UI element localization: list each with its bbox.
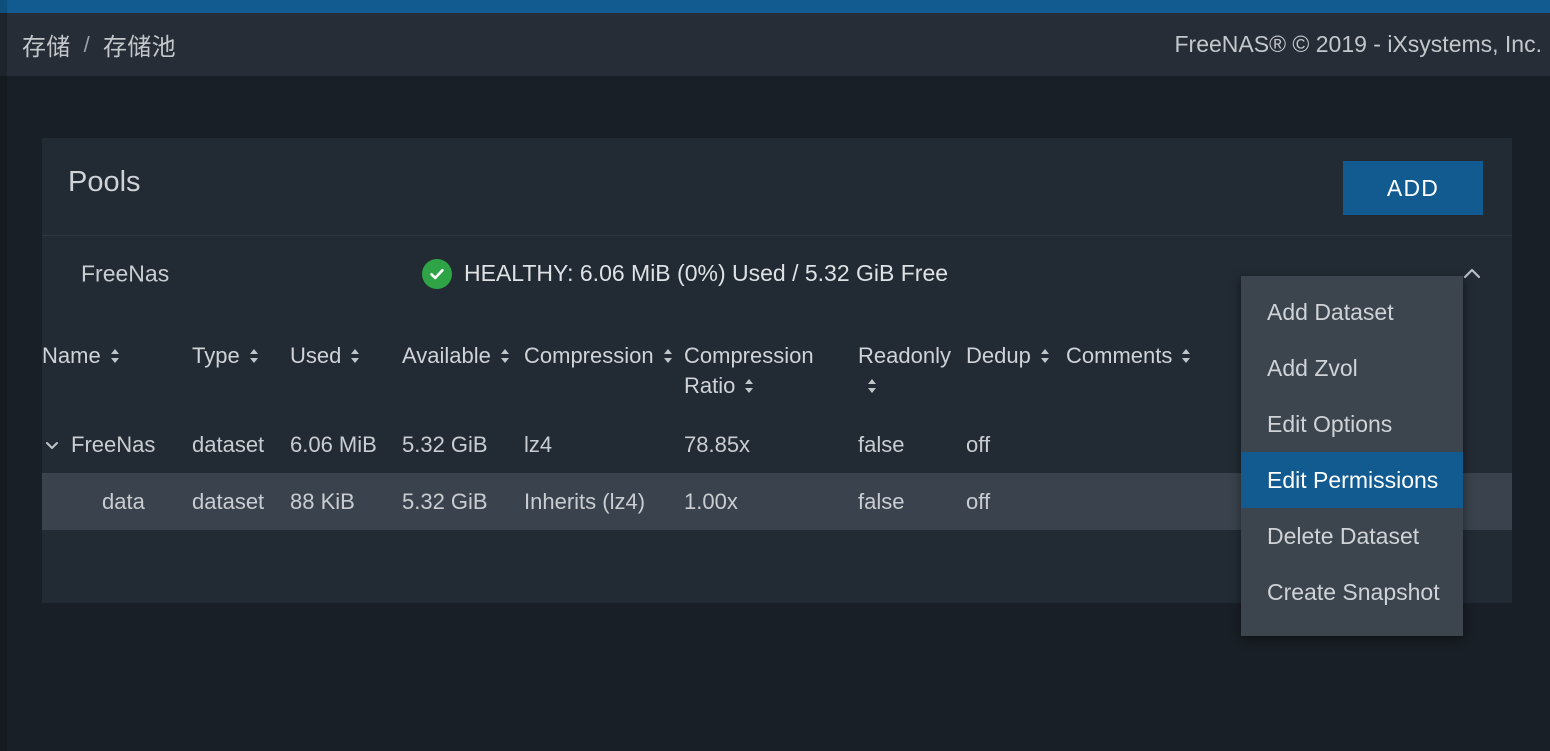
cell-available: 5.32 GiB xyxy=(402,431,488,457)
cell-available: 5.32 GiB xyxy=(402,473,524,531)
cell-dedup: off xyxy=(966,473,1066,531)
menu-item-add-zvol[interactable]: Add Zvol xyxy=(1241,340,1463,396)
sort-arrows-icon[interactable] xyxy=(247,344,261,364)
menu-item-edit-permissions[interactable]: Edit Permissions xyxy=(1241,452,1463,508)
cell-compression-ratio: 1.00x xyxy=(684,473,858,531)
column-header-available[interactable]: Available xyxy=(402,313,524,416)
column-header-compression-ratio[interactable]: Compression Ratio xyxy=(684,313,858,416)
cell-compression: lz4 xyxy=(524,431,553,457)
sort-arrows-icon[interactable] xyxy=(1038,344,1052,364)
column-header-dedup[interactable]: Dedup xyxy=(966,313,1066,416)
column-header-compression[interactable]: Compression xyxy=(524,313,684,416)
menu-item-delete-dataset[interactable]: Delete Dataset xyxy=(1241,508,1463,564)
top-accent-bar xyxy=(0,0,1550,13)
page-left-strip xyxy=(0,76,7,751)
column-header-readonly[interactable]: Readonly xyxy=(858,313,966,416)
cell-readonly: false xyxy=(858,431,905,457)
dataset-context-menu: Add Dataset Add Zvol Edit Options Edit P… xyxy=(1241,276,1463,636)
column-header-name[interactable]: Name xyxy=(42,313,192,416)
cell-used: 88 KiB xyxy=(290,473,402,531)
sort-arrows-icon[interactable] xyxy=(108,344,122,364)
page-title: Pools xyxy=(68,166,141,198)
column-header-type[interactable]: Type xyxy=(192,313,290,416)
sort-arrows-icon[interactable] xyxy=(348,344,362,364)
breadcrumb-item-storage[interactable]: 存储 xyxy=(22,27,71,62)
copyright-text: FreeNAS® © 2019 - iXsystems, Inc. xyxy=(1174,31,1542,57)
cell-name-text: FreeNas xyxy=(71,431,156,457)
chevron-down-icon[interactable] xyxy=(42,435,62,455)
cell-used: 6.06 MiB xyxy=(290,431,377,457)
menu-item-add-dataset[interactable]: Add Dataset xyxy=(1241,284,1463,340)
breadcrumb-separator: / xyxy=(83,31,91,57)
add-button[interactable]: ADD xyxy=(1343,161,1483,215)
page-body: Pools ADD FreeNas HEALTHY: 6.06 MiB (0%)… xyxy=(0,76,1550,751)
menu-item-create-snapshot[interactable]: Create Snapshot xyxy=(1241,564,1463,620)
top-accent-bar-left-cap xyxy=(0,0,7,13)
cell-compression: Inherits (lz4) xyxy=(524,473,684,531)
pool-status-text: HEALTHY: 6.06 MiB (0%) Used / 5.32 GiB F… xyxy=(464,260,949,286)
app-root: 存储 / 存储池 FreeNAS® © 2019 - iXsystems, In… xyxy=(0,0,1550,751)
pool-status: HEALTHY: 6.06 MiB (0%) Used / 5.32 GiB F… xyxy=(422,258,949,289)
pool-name: FreeNas xyxy=(81,260,170,286)
check-circle-icon xyxy=(422,258,452,289)
sort-arrows-icon[interactable] xyxy=(661,344,675,364)
page-header: 存储 / 存储池 FreeNAS® © 2019 - iXsystems, In… xyxy=(0,13,1550,76)
cell-name[interactable]: data xyxy=(42,473,192,531)
cell-type: dataset xyxy=(192,473,290,531)
breadcrumb-item-pools[interactable]: 存储池 xyxy=(103,27,176,62)
sort-arrows-icon[interactable] xyxy=(742,374,756,394)
sort-arrows-icon[interactable] xyxy=(865,374,879,394)
sort-arrows-icon[interactable] xyxy=(498,344,512,364)
header-left-cap xyxy=(0,13,7,76)
breadcrumb: 存储 / 存储池 xyxy=(22,13,176,76)
cell-type: dataset xyxy=(192,431,265,457)
sort-arrows-icon[interactable] xyxy=(1179,344,1193,364)
cell-dedup: off xyxy=(966,431,991,457)
menu-item-edit-options[interactable]: Edit Options xyxy=(1241,396,1463,452)
cell-name[interactable]: FreeNas xyxy=(42,416,192,473)
cell-readonly: false xyxy=(858,473,966,531)
cell-compression-ratio: 78.85x xyxy=(684,431,751,457)
column-header-used[interactable]: Used xyxy=(290,313,402,416)
cell-name-text: data xyxy=(102,488,145,514)
